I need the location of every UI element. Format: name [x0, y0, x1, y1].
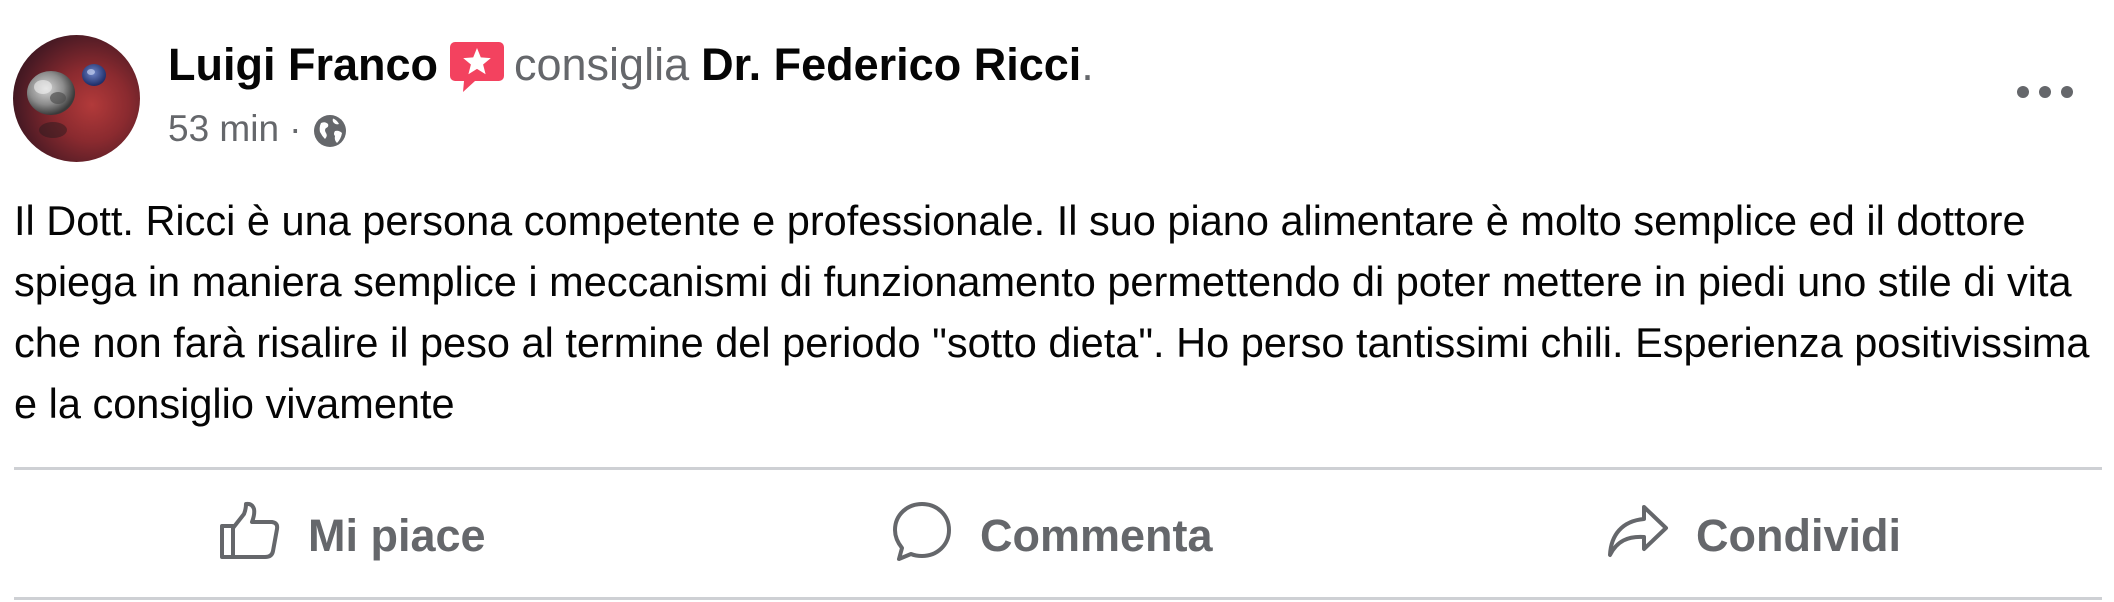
globe-icon[interactable]: [311, 112, 349, 150]
recommend-verb: consiglia: [514, 39, 690, 90]
comment-bubble-icon: [890, 499, 954, 574]
comment-label: Commenta: [980, 510, 1213, 561]
share-button[interactable]: Condividi: [1606, 500, 1901, 572]
recommended-page-link[interactable]: Dr. Federico Ricci: [701, 39, 1081, 91]
post-meta: 53 min ·: [168, 104, 349, 154]
like-button[interactable]: Mi piace: [218, 500, 486, 572]
header-period: .: [1081, 39, 1094, 90]
more-options-button[interactable]: [2012, 72, 2078, 112]
share-arrow-icon: [1606, 499, 1670, 574]
recommendation-post: Luigi Franco consiglia Dr. Federico Ricc…: [0, 0, 2114, 602]
avatar[interactable]: [13, 35, 140, 162]
divider-top: [14, 467, 2102, 470]
thumbs-up-icon: [218, 499, 282, 574]
post-header: Luigi Franco consiglia Dr. Federico Ricc…: [168, 36, 1094, 94]
post-timestamp[interactable]: 53 min: [168, 108, 279, 150]
meta-separator: ·: [289, 108, 302, 149]
share-label: Condividi: [1696, 510, 1901, 561]
divider-bottom: [14, 597, 2102, 600]
recommend-badge-icon: [449, 40, 505, 94]
like-label: Mi piace: [308, 510, 486, 561]
avatar-image: [27, 64, 106, 138]
post-text: Il Dott. Ricci è una persona competente …: [14, 197, 2090, 427]
comment-button[interactable]: Commenta: [890, 500, 1213, 572]
more-options-icon: [2017, 86, 2073, 98]
author-name[interactable]: Luigi Franco: [168, 39, 438, 91]
